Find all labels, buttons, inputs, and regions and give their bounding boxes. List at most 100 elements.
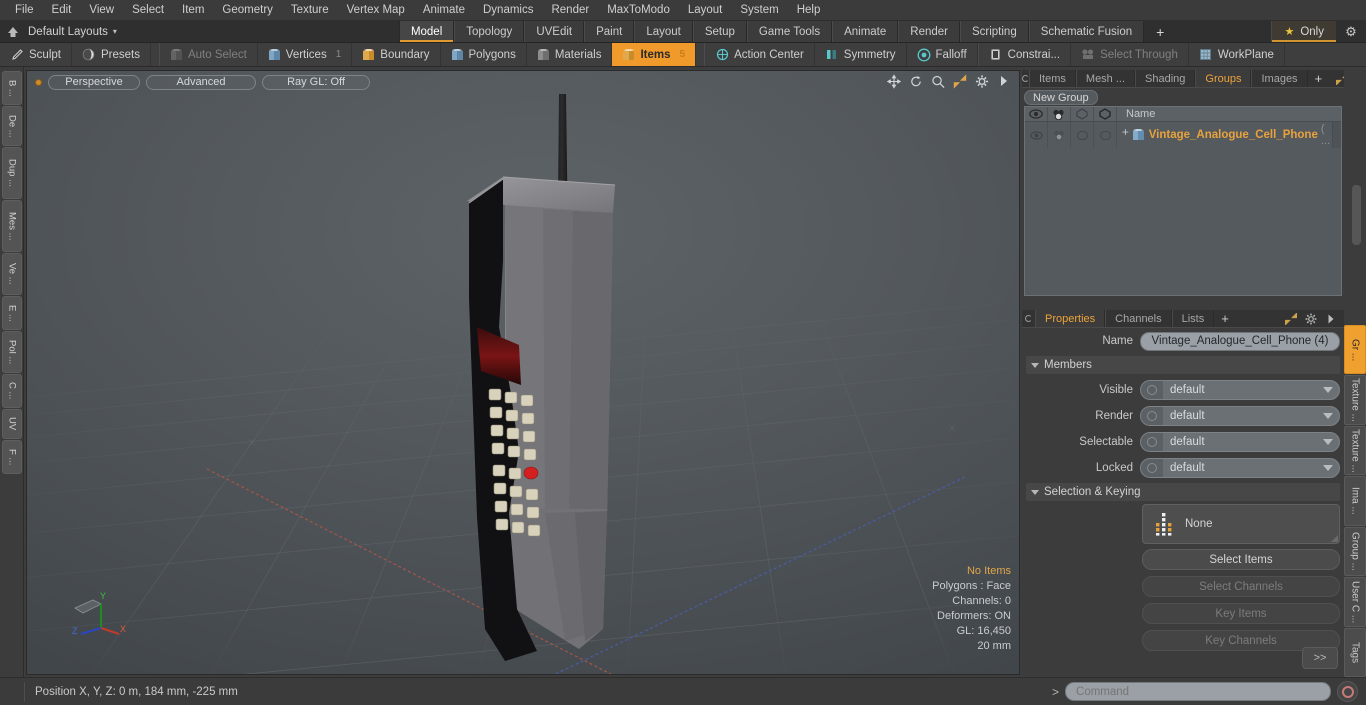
- polygons-button[interactable]: Polygons: [441, 43, 527, 66]
- menu-item-geometry[interactable]: Geometry: [213, 0, 282, 21]
- expand-properties-button[interactable]: >>: [1302, 647, 1338, 669]
- row-eye-icon[interactable]: [1025, 122, 1048, 148]
- constraint-button[interactable]: Constrai...: [977, 43, 1072, 66]
- row-selectable-toggle[interactable]: [1071, 122, 1094, 148]
- expand-row-button[interactable]: +: [1119, 123, 1132, 141]
- gear-icon[interactable]: ⚙: [1336, 21, 1366, 42]
- layout-tab-paint[interactable]: Paint: [584, 21, 635, 42]
- layout-tab-model[interactable]: Model: [398, 21, 455, 42]
- layout-tab-layout[interactable]: Layout: [634, 21, 693, 42]
- axis-gizmo[interactable]: Y X Z: [71, 582, 135, 644]
- add-layout-tab-button[interactable]: +: [1144, 21, 1177, 42]
- left-tab-curve[interactable]: C ...: [2, 374, 22, 408]
- key-items-button[interactable]: Key Items: [1142, 603, 1340, 624]
- expand-icon[interactable]: [1284, 312, 1298, 326]
- falloff-button[interactable]: Falloff: [907, 43, 978, 66]
- menu-item-view[interactable]: View: [80, 0, 123, 21]
- menu-item-maxtomodo[interactable]: MaxToModo: [598, 0, 679, 21]
- menu-item-layout[interactable]: Layout: [679, 0, 732, 21]
- shading-mode-dropdown[interactable]: Advanced: [146, 74, 256, 90]
- render-dropdown[interactable]: default: [1140, 406, 1340, 426]
- selection-keying-section-header[interactable]: Selection & Keying: [1026, 483, 1340, 501]
- menu-item-dynamics[interactable]: Dynamics: [474, 0, 542, 21]
- tab-items[interactable]: Items: [1029, 70, 1076, 87]
- select-items-button[interactable]: Select Items: [1142, 549, 1340, 570]
- render-icon[interactable]: [1048, 107, 1071, 121]
- auto-select-button[interactable]: Auto Select: [160, 43, 258, 66]
- tab-groups[interactable]: Groups: [1195, 70, 1252, 87]
- items-button[interactable]: Items 5: [612, 43, 697, 66]
- view-mode-dropdown[interactable]: Perspective: [48, 74, 140, 90]
- selectable-dropdown[interactable]: default: [1140, 432, 1340, 452]
- menu-item-select[interactable]: Select: [123, 0, 173, 21]
- tab-images[interactable]: Images: [1251, 70, 1308, 87]
- left-tab-deform[interactable]: De ...: [2, 106, 22, 146]
- menu-item-animate[interactable]: Animate: [414, 0, 474, 21]
- gear-icon[interactable]: [1304, 312, 1318, 326]
- tab-mesh[interactable]: Mesh ...: [1075, 70, 1136, 87]
- move-icon[interactable]: [887, 73, 901, 89]
- add-properties-tab-button[interactable]: +: [1214, 310, 1236, 327]
- layout-tab-render[interactable]: Render: [898, 21, 960, 42]
- left-tab-vertex[interactable]: Ve ...: [2, 253, 22, 295]
- chevron-right-icon[interactable]: [1324, 312, 1338, 326]
- left-tab-basic[interactable]: B ...: [2, 71, 22, 105]
- panel-scrollbar[interactable]: [1352, 185, 1361, 245]
- left-tab-mesh-edit[interactable]: Mes ...: [2, 200, 22, 252]
- fit-icon[interactable]: [953, 73, 967, 89]
- row-render-icon[interactable]: [1048, 122, 1071, 148]
- right-tab-tags[interactable]: Tags: [1344, 627, 1366, 677]
- name-field[interactable]: Vintage_Analogue_Cell_Phone (4): [1140, 331, 1340, 351]
- new-group-button[interactable]: New Group: [1024, 89, 1098, 105]
- ray-gl-dropdown[interactable]: Ray GL: Off: [262, 74, 370, 90]
- layout-tab-uvedit[interactable]: UVEdit: [524, 21, 585, 42]
- home-icon[interactable]: [0, 21, 26, 42]
- right-tab-texture-1[interactable]: Texture ...: [1344, 375, 1366, 425]
- left-tab-uv[interactable]: UV: [2, 409, 22, 439]
- selection-target-picker[interactable]: None: [1142, 504, 1340, 544]
- tab-properties[interactable]: Properties: [1035, 310, 1106, 327]
- left-tab-fusion[interactable]: F ...: [2, 440, 22, 474]
- properties-menu-icon[interactable]: [1022, 310, 1035, 327]
- lock-icon[interactable]: [1094, 107, 1117, 121]
- only-toggle-button[interactable]: ★ Only: [1271, 21, 1336, 42]
- right-tab-user-channels[interactable]: User C ...: [1344, 577, 1366, 627]
- menu-item-edit[interactable]: Edit: [43, 0, 81, 21]
- select-through-button[interactable]: Select Through: [1071, 43, 1189, 66]
- right-tab-texture-2[interactable]: Texture ...: [1344, 425, 1366, 476]
- layout-tab-schematic-fusion[interactable]: Schematic Fusion: [1028, 21, 1145, 42]
- layout-tab-topology[interactable]: Topology: [454, 21, 525, 42]
- 3d-viewport[interactable]: Perspective Advanced Ray GL: Off No Item…: [26, 70, 1020, 675]
- vintage-cell-phone-model[interactable]: [445, 89, 645, 669]
- chevron-right-icon[interactable]: [997, 74, 1011, 88]
- presets-button[interactable]: Presets: [72, 43, 151, 66]
- tree-scrollbar[interactable]: [1332, 122, 1341, 148]
- left-tab-edge[interactable]: E ...: [2, 296, 22, 330]
- tree-empty-area[interactable]: [1025, 148, 1341, 295]
- menu-item-system[interactable]: System: [731, 0, 787, 21]
- zoom-icon[interactable]: [931, 74, 945, 88]
- members-section-header[interactable]: Members: [1026, 356, 1340, 374]
- tab-shading[interactable]: Shading: [1135, 70, 1196, 87]
- left-tab-polygon[interactable]: Pol ...: [2, 331, 22, 373]
- table-row[interactable]: + Vintage_Analogue_Cell_Phone ( ... 2 It…: [1025, 122, 1341, 158]
- viewport-indicator-dot[interactable]: [35, 78, 42, 86]
- layout-tab-setup[interactable]: Setup: [692, 21, 747, 42]
- add-panel-tab-button[interactable]: +: [1308, 70, 1330, 87]
- menu-item-item[interactable]: Item: [173, 0, 213, 21]
- rotate-icon[interactable]: [909, 74, 923, 88]
- locked-dropdown[interactable]: default: [1140, 458, 1340, 478]
- animate-knob-icon[interactable]: [1141, 459, 1163, 477]
- menu-item-file[interactable]: File: [6, 0, 43, 21]
- menu-item-render[interactable]: Render: [542, 0, 598, 21]
- row-lock-toggle[interactable]: [1094, 122, 1117, 148]
- menu-item-vertex-map[interactable]: Vertex Map: [338, 0, 414, 21]
- animate-knob-icon[interactable]: [1141, 433, 1163, 451]
- tab-channels[interactable]: Channels: [1105, 310, 1172, 327]
- default-layouts-dropdown[interactable]: Default Layouts ▾: [26, 21, 127, 42]
- materials-button[interactable]: Materials: [527, 43, 613, 66]
- panel-menu-icon[interactable]: [1022, 70, 1029, 87]
- sculpt-button[interactable]: Sculpt: [0, 43, 72, 66]
- vertices-button[interactable]: Vertices 1: [258, 43, 353, 66]
- record-icon[interactable]: [1337, 681, 1358, 702]
